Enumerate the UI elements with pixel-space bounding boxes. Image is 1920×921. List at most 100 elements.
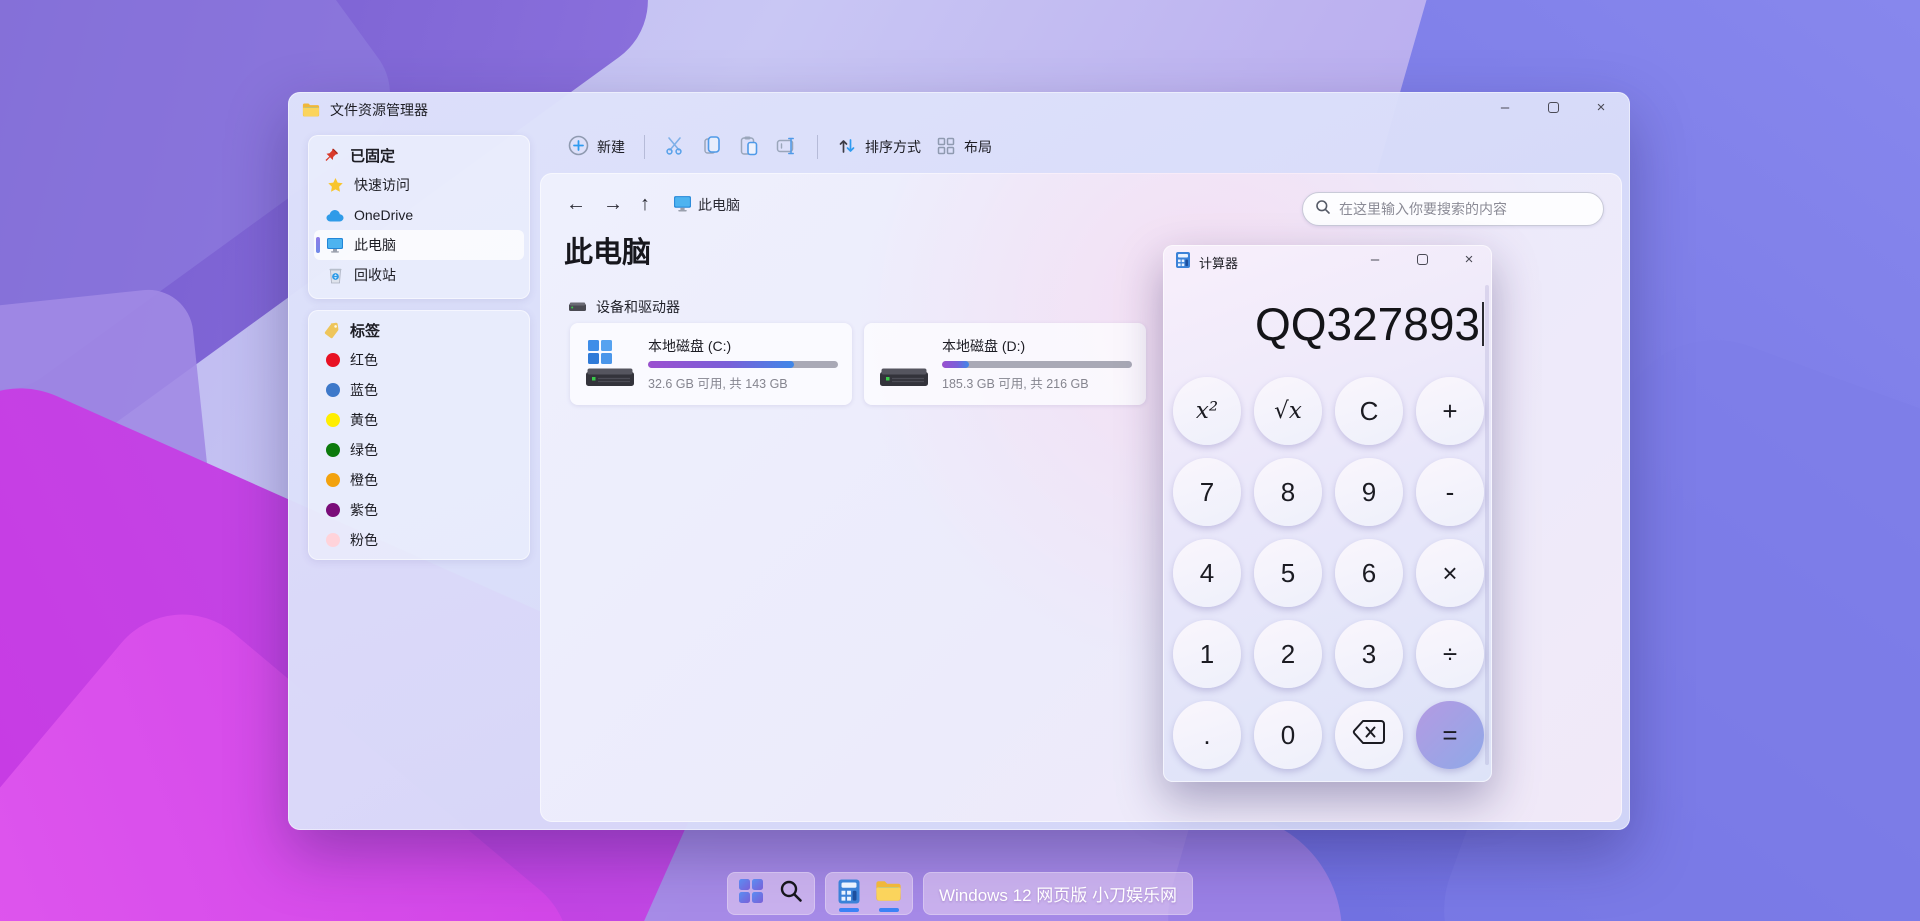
drive-info: 185.3 GB 可用, 共 216 GB <box>942 373 1132 392</box>
selected-indicator <box>316 237 320 253</box>
taskbar-explorer-app[interactable] <box>875 876 903 912</box>
sort-button[interactable]: 排序方式 <box>837 136 921 159</box>
calc-button-add[interactable]: + <box>1416 377 1484 445</box>
toolbar-divider <box>817 135 818 159</box>
drive-card-d[interactable]: 本地磁盘 (D:) 185.3 GB 可用, 共 216 GB <box>864 323 1146 405</box>
windows-logo-icon <box>738 878 764 909</box>
calculator-keypad: x² √x C + 7 8 9 - 4 5 6 × 1 2 3 ÷ . 0 <box>1173 377 1484 769</box>
drive-name: 本地磁盘 (D:) <box>942 336 1132 356</box>
tag-color-dot <box>326 533 340 547</box>
tag-color-dot <box>326 473 340 487</box>
calculator-close-button[interactable]: × <box>1460 250 1478 268</box>
layout-grid-icon <box>936 136 956 159</box>
sidebar-tag-yellow[interactable]: 黄色 <box>314 405 524 435</box>
taskbar-branding-pill[interactable]: Windows 12 网页版 小刀娱乐网 <box>923 872 1193 915</box>
search-input[interactable] <box>1339 201 1591 217</box>
sidebar-item-onedrive[interactable]: OneDrive <box>314 200 524 230</box>
calculator-titlebar[interactable]: 计算器 – × <box>1163 245 1492 279</box>
calc-button-5[interactable]: 5 <box>1254 539 1322 607</box>
sidebar-item-quick-access[interactable]: 快速访问 <box>314 170 524 200</box>
calculator-scrollbar[interactable] <box>1485 285 1489 765</box>
sidebar-pinned-panel: 已固定 快速访问 OneDrive <box>308 135 530 299</box>
monitor-icon <box>326 236 344 254</box>
devices-section-header[interactable]: 设备和驱动器 <box>568 297 680 317</box>
back-arrow-icon[interactable]: ← <box>566 193 586 216</box>
running-indicator <box>879 908 899 912</box>
drive-usage-bar <box>648 361 838 368</box>
calc-button-3[interactable]: 3 <box>1335 620 1403 688</box>
calc-button-4[interactable]: 4 <box>1173 539 1241 607</box>
drive-c-icon <box>584 338 636 390</box>
toolbar-divider <box>644 135 645 159</box>
calc-button-multiply[interactable]: × <box>1416 539 1484 607</box>
sidebar-tag-blue[interactable]: 蓝色 <box>314 375 524 405</box>
desktop-background: 文件资源管理器 – × 已固定 <box>0 0 1920 921</box>
sidebar-tags-panel: 标签 红色 蓝色 黄色 绿色 橙色 <box>308 310 530 560</box>
calc-button-sqrt[interactable]: √x <box>1254 377 1322 445</box>
tag-color-dot <box>326 413 340 427</box>
calc-button-square[interactable]: x² <box>1173 377 1241 445</box>
calc-button-9[interactable]: 9 <box>1335 458 1403 526</box>
explorer-close-button[interactable]: × <box>1592 98 1610 116</box>
explorer-titlebar[interactable]: 文件资源管理器 – × <box>288 92 1630 128</box>
sidebar-tag-green[interactable]: 绿色 <box>314 435 524 465</box>
page-title: 此电脑 <box>564 229 651 271</box>
calculator-icon <box>1175 251 1191 274</box>
start-button[interactable] <box>737 876 765 912</box>
explorer-maximize-button[interactable] <box>1544 98 1562 116</box>
tag-color-dot <box>326 383 340 397</box>
calc-button-backspace[interactable] <box>1335 701 1403 769</box>
calc-button-6[interactable]: 6 <box>1335 539 1403 607</box>
calc-button-0[interactable]: 0 <box>1254 701 1322 769</box>
tag-color-dot <box>326 443 340 457</box>
sidebar-tag-pink[interactable]: 粉色 <box>314 525 524 555</box>
drive-name: 本地磁盘 (C:) <box>648 336 838 356</box>
breadcrumb[interactable]: 此电脑 <box>673 195 740 215</box>
calc-button-7[interactable]: 7 <box>1173 458 1241 526</box>
cut-icon[interactable] <box>664 135 685 159</box>
calc-button-equals[interactable]: = <box>1416 701 1484 769</box>
star-icon <box>326 176 344 194</box>
forward-arrow-icon[interactable]: → <box>603 193 623 216</box>
calc-button-8[interactable]: 8 <box>1254 458 1322 526</box>
calculator-display[interactable]: QQ327893 <box>1173 291 1484 357</box>
search-box[interactable] <box>1302 192 1604 226</box>
backspace-icon <box>1352 719 1386 752</box>
calculator-window-title: 计算器 <box>1199 253 1238 272</box>
taskbar-calculator-app[interactable] <box>835 876 863 912</box>
calc-button-1[interactable]: 1 <box>1173 620 1241 688</box>
calculator-window: 计算器 – × QQ327893 x² √x C + 7 8 9 - 4 5 6… <box>1163 245 1492 782</box>
sidebar-tag-orange[interactable]: 橙色 <box>314 465 524 495</box>
calc-button-2[interactable]: 2 <box>1254 620 1322 688</box>
sidebar-tag-purple[interactable]: 紫色 <box>314 495 524 525</box>
taskbar-branding-label: Windows 12 网页版 小刀娱乐网 <box>933 881 1183 906</box>
drive-card-c[interactable]: 本地磁盘 (C:) 32.6 GB 可用, 共 143 GB <box>570 323 852 405</box>
calculator-maximize-button[interactable] <box>1413 250 1431 268</box>
calculator-minimize-button[interactable]: – <box>1366 250 1384 268</box>
new-plus-icon <box>568 135 589 159</box>
calc-button-clear[interactable]: C <box>1335 377 1403 445</box>
calc-button-subtract[interactable]: - <box>1416 458 1484 526</box>
new-button[interactable]: 新建 <box>568 135 625 159</box>
explorer-minimize-button[interactable]: – <box>1496 98 1514 116</box>
taskbar-start-group <box>727 872 815 915</box>
calc-button-divide[interactable]: ÷ <box>1416 620 1484 688</box>
layout-button[interactable]: 布局 <box>936 136 992 159</box>
taskbar-search-button[interactable] <box>777 876 805 912</box>
text-caret <box>1482 302 1484 346</box>
sidebar-item-recycle-bin[interactable]: 回收站 <box>314 260 524 290</box>
up-arrow-icon[interactable]: ↑ <box>640 193 650 216</box>
calc-button-decimal[interactable]: . <box>1173 701 1241 769</box>
taskbar: Windows 12 网页版 小刀娱乐网 <box>0 872 1920 915</box>
sidebar-tag-red[interactable]: 红色 <box>314 345 524 375</box>
cloud-icon <box>326 206 344 224</box>
copy-icon[interactable] <box>702 135 722 159</box>
search-icon <box>779 879 803 908</box>
paste-icon[interactable] <box>739 135 759 159</box>
calculator-display-value: QQ327893 <box>1255 297 1480 351</box>
tag-color-dot <box>326 503 340 517</box>
rename-icon[interactable] <box>776 136 798 159</box>
drive-usage-bar <box>942 361 1132 368</box>
sidebar-item-this-pc[interactable]: 此电脑 <box>314 230 524 260</box>
drive-info: 32.6 GB 可用, 共 143 GB <box>648 373 838 392</box>
